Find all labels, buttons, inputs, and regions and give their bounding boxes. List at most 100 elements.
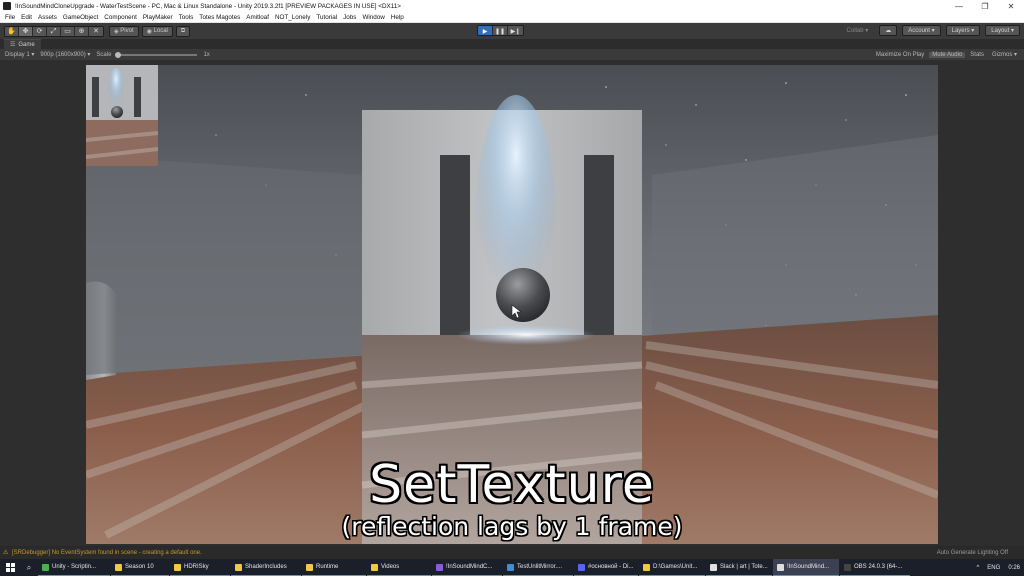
taskbar-item[interactable]: D:\Games\Unit... [639, 559, 705, 576]
taskbar-item-label: OBS 24.0.3 (64-... [854, 564, 903, 570]
taskbar-item-label: HDRISky [184, 564, 209, 570]
layout-label: Layout ▾ [991, 28, 1014, 34]
game-render[interactable]: SetTexture (reflection lags by 1 frame) [86, 65, 938, 544]
status-message[interactable]: [SRDebugger] No EventSystem found in sce… [12, 550, 202, 556]
windows-taskbar: ⌕ Unity - Scriptin... Season 10 HDRISky Sha… [0, 559, 1024, 576]
language-indicator[interactable]: ENG [983, 565, 1004, 571]
display-dropdown[interactable]: Display 1 ▾ [2, 51, 37, 58]
menu-jobs[interactable]: Jobs [340, 14, 359, 21]
app-icon [643, 563, 650, 571]
app-icon [436, 563, 443, 571]
tab-game[interactable]: ☰ Game [4, 39, 41, 49]
app-icon [578, 563, 585, 571]
rotate-tool-icon[interactable]: ⟳ [33, 26, 47, 36]
title-bar: !InSoundMindCloneUpgrade - WaterTestScen… [0, 0, 1024, 12]
game-view-options: Display 1 ▾ 900p (1600x900) ▾ Scale 1x M… [0, 49, 1024, 60]
status-bar: ⚠ [SRDebugger] No EventSystem found in s… [0, 547, 1024, 559]
taskbar-item[interactable]: !InSoundMindC... [432, 559, 502, 576]
collab-button[interactable]: Collab ▾ [840, 25, 875, 36]
taskbar-item[interactable]: Videos [367, 559, 431, 576]
game-viewport[interactable]: SetTexture (reflection lags by 1 frame) [0, 60, 1024, 546]
play-button[interactable]: ▶ [478, 26, 493, 35]
taskbar-item-label: Unity - Scriptin... [52, 564, 97, 570]
taskbar-item[interactable]: TestUnlitMirror.... [503, 559, 573, 576]
transform-tools: ✋ ✥ ⟳ ⤢ ▭ ⊕ ✕ [4, 25, 104, 37]
app-icon [235, 563, 242, 571]
menu-not-lonely[interactable]: NOT_Lonely [272, 14, 313, 21]
menu-edit[interactable]: Edit [18, 14, 35, 21]
taskbar-item[interactable]: #основной - Di... [574, 559, 638, 576]
pivot-label: Pivot [120, 28, 134, 34]
unity-editor-window: !InSoundMindCloneUpgrade - WaterTestScen… [0, 0, 1024, 576]
stats-toggle[interactable]: Stats [967, 52, 987, 58]
taskbar-item[interactable]: HDRISky [170, 559, 230, 576]
taskbar-item-label: !InSoundMind... [787, 564, 830, 570]
layout-dropdown[interactable]: Layout ▾ [985, 25, 1020, 36]
scale-tool-icon[interactable]: ⤢ [47, 26, 61, 36]
menu-component[interactable]: Component [101, 14, 140, 21]
rect-tool-icon[interactable]: ▭ [61, 26, 75, 36]
maximize-on-play-toggle[interactable]: Maximize On Play [873, 52, 927, 58]
lighting-status: Auto Generate Lighting Off [936, 550, 1008, 556]
custom-tool-icon[interactable]: ✕ [89, 26, 103, 36]
taskbar-item[interactable]: !InSoundMind... [773, 559, 839, 576]
menu-amitloaf[interactable]: Amitloaf [243, 14, 272, 21]
menu-playmaker[interactable]: PlayMaker [140, 14, 176, 21]
menu-totes-magotes[interactable]: Totes Magotes [196, 14, 243, 21]
layers-label: Layers ▾ [951, 28, 975, 34]
search-icon[interactable]: ⌕ [20, 563, 38, 573]
resolution-dropdown[interactable]: 900p (1600x900) ▾ [37, 51, 93, 58]
tray-chevron-icon[interactable]: ^ [972, 565, 983, 571]
hand-tool-icon[interactable]: ✋ [5, 26, 19, 36]
warning-icon: ⚠ [3, 550, 9, 556]
close-button[interactable]: ✕ [998, 0, 1024, 12]
clock[interactable]: 0:26 [1004, 565, 1024, 571]
menu-gameobject[interactable]: GameObject [60, 14, 101, 21]
gizmos-dropdown[interactable]: Gizmos ▾ [989, 51, 1020, 58]
start-button[interactable] [0, 559, 20, 576]
reflection-preview-thumbnail [86, 65, 159, 166]
taskbar-item[interactable]: Unity - Scriptin... [38, 559, 110, 576]
tab-game-label: Game [18, 41, 35, 48]
system-tray: ^ ENG 0:26 [972, 559, 1024, 576]
scale-slider-knob[interactable] [115, 51, 122, 58]
menu-tutorial[interactable]: Tutorial [313, 14, 340, 21]
menu-help[interactable]: Help [388, 14, 407, 21]
taskbar-item[interactable]: Slack | art | Tote... [706, 559, 772, 576]
layers-dropdown[interactable]: Layers ▾ [945, 25, 981, 36]
windows-logo-icon [5, 563, 15, 572]
taskbar-item-label: TestUnlitMirror.... [517, 564, 563, 570]
taskbar-apps: Unity - Scriptin... Season 10 HDRISky Shade… [38, 559, 911, 576]
move-tool-icon[interactable]: ✥ [19, 26, 33, 36]
taskbar-item[interactable]: Season 10 [111, 559, 169, 576]
account-label: Account ▾ [908, 28, 935, 34]
menu-assets[interactable]: Assets [35, 14, 60, 21]
scale-slider[interactable] [115, 51, 198, 58]
pause-button[interactable]: ❚❚ [493, 26, 508, 35]
transform-tool-icon[interactable]: ⊕ [75, 26, 89, 36]
snap-button[interactable]: ⧉ [175, 25, 191, 37]
step-button[interactable]: ▶❙ [508, 26, 523, 35]
cloud-icon: ☁ [885, 28, 892, 34]
taskbar-item-label: Runtime [316, 564, 339, 570]
window-title: !InSoundMindCloneUpgrade - WaterTestScen… [15, 2, 401, 10]
account-dropdown[interactable]: Account ▾ [902, 25, 941, 36]
pivot-toggle[interactable]: ◈ Pivot [109, 25, 139, 37]
game-view-toggles: Maximize On Play Mute Audio Stats Gizmos… [871, 49, 1020, 60]
caption-subtitle: (reflection lags by 1 frame) [341, 512, 683, 541]
menu-file[interactable]: File [2, 14, 18, 21]
taskbar-item[interactable]: OBS 24.0.3 (64-... [840, 559, 910, 576]
scale-label: Scale [96, 51, 112, 58]
toolbar-right: Collab ▾ ☁ Account ▾ Layers ▾ Layout ▾ [836, 25, 1020, 36]
minimize-button[interactable]: — [946, 0, 972, 12]
menu-window[interactable]: Window [359, 14, 387, 21]
mute-audio-toggle[interactable]: Mute Audio [929, 51, 966, 58]
scale-value: 1x [203, 51, 210, 58]
taskbar-item[interactable]: ShaderIncludes [231, 559, 301, 576]
local-toggle[interactable]: ◉ Local [141, 25, 173, 37]
menu-tools[interactable]: Tools [176, 14, 197, 21]
cloud-button[interactable]: ☁ [879, 25, 898, 36]
maximize-button[interactable]: ❐ [972, 0, 998, 12]
app-icon [174, 563, 181, 571]
taskbar-item[interactable]: Runtime [302, 559, 366, 576]
